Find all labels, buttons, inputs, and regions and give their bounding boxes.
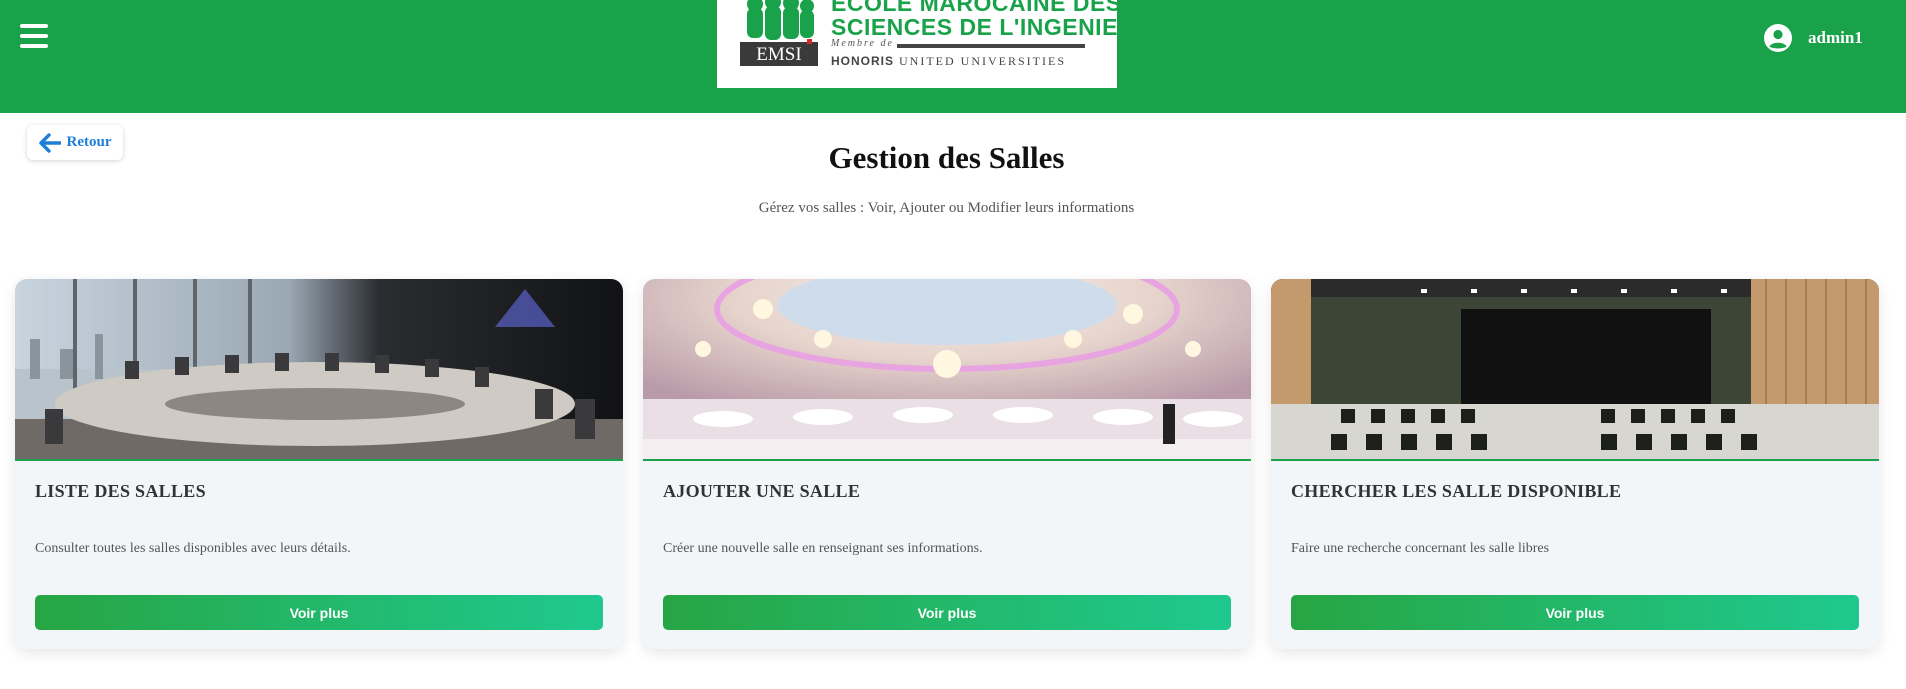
card-description: Faire une recherche concernant les salle… — [1291, 541, 1550, 556]
voir-plus-button[interactable]: Voir plus — [35, 595, 603, 630]
card-description: Créer une nouvelle salle en renseignant … — [663, 541, 983, 556]
logo-member-text: Membre de — [831, 38, 894, 49]
conference-room-image — [15, 279, 623, 460]
card-title: AJOUTER UNE SALLE — [663, 481, 861, 501]
logo-figures-image: EMSI — [740, 0, 818, 66]
card-list-rooms: LISTE DES SALLES Consulter toutes les sa… — [15, 279, 623, 649]
page-subtitle: Gérez vos salles : Voir, Ajouter ou Modi… — [758, 200, 1135, 216]
page-title: Gestion des Salles — [828, 140, 1065, 175]
username-label: admin1 — [1808, 28, 1863, 47]
card-title: CHERCHER LES SALLE DISPONIBLE — [1291, 481, 1622, 501]
voir-plus-button[interactable]: Voir plus — [1291, 595, 1859, 630]
card-search-available: CHERCHER LES SALLE DISPONIBLE Faire une … — [1271, 279, 1879, 649]
card-description: Consulter toutes les salles disponibles … — [35, 541, 351, 556]
card-divider — [1271, 459, 1879, 461]
logo-honoris: HONORIS — [831, 54, 895, 68]
banquet-hall-image — [643, 279, 1251, 460]
hamburger-icon[interactable] — [20, 24, 48, 48]
logo-line2: SCIENCES DE L'INGENIEUR — [831, 14, 1153, 40]
logo-badge-text: EMSI — [756, 44, 801, 65]
card-divider — [15, 459, 623, 461]
card-title: LISTE DES SALLES — [35, 481, 206, 501]
account-circle-icon — [1764, 24, 1792, 52]
card-add-room: AJOUTER UNE SALLE Créer une nouvelle sal… — [643, 279, 1251, 649]
user-menu[interactable]: admin1 — [1764, 23, 1863, 53]
logo-universities: UNITED UNIVERSITIES — [899, 54, 1066, 68]
card-divider — [643, 459, 1251, 461]
logo-honoris-line: HONORIS UNITED UNIVERSITIES — [831, 54, 1066, 69]
emsi-logo: EMSI ECOLE MAROCAINE DES SCIENCES DE L'I… — [717, 0, 1152, 88]
auditorium-image — [1271, 279, 1879, 460]
logo-divider — [897, 44, 1085, 48]
voir-plus-button[interactable]: Voir plus — [663, 595, 1231, 630]
top-header: EMSI ECOLE MAROCAINE DES SCIENCES DE L'I… — [0, 0, 1906, 113]
